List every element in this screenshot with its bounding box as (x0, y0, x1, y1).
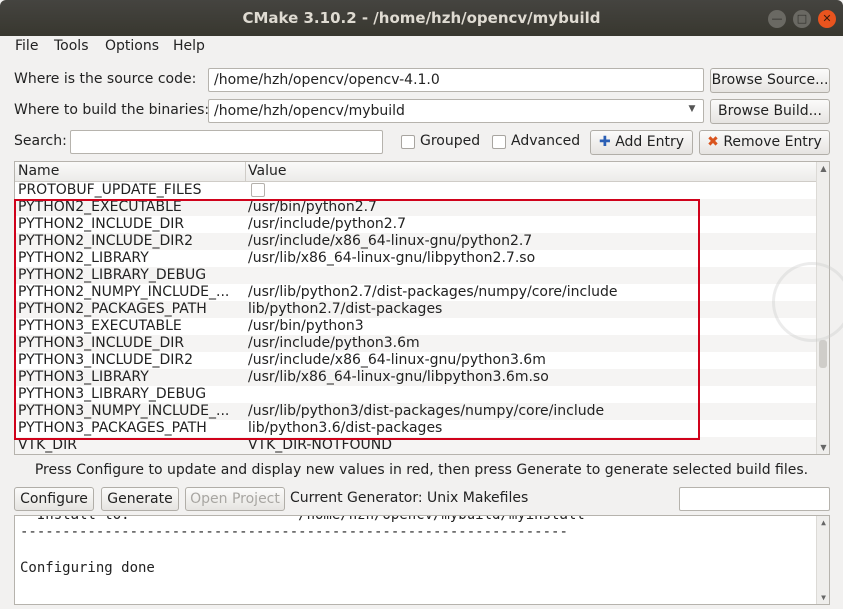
table-header: Name Value (15, 162, 817, 182)
column-header-value[interactable]: Value (248, 163, 286, 179)
cache-table[interactable]: Name Value PROTOBUF_UPDATE_FILES PYTHON2_… (14, 161, 830, 455)
cell-name[interactable]: PYTHON3_INCLUDE_DIR (18, 335, 243, 352)
output-line: Install to: /home/hzh/opencv/mybuild/myi… (20, 515, 585, 523)
cell-value[interactable]: /usr/lib/python3/dist-packages/numpy/cor… (248, 403, 813, 420)
table-row[interactable]: PYTHON2_LIBRARY/usr/lib/x86_64-linux-gnu… (15, 250, 817, 267)
cell-value[interactable]: /usr/lib/x86_64-linux-gnu/libpython3.6m.… (248, 369, 813, 386)
table-scrollbar-thumb[interactable] (819, 340, 827, 368)
cell-value[interactable]: /usr/include/python3.6m (248, 335, 813, 352)
current-generator-label: Current Generator: Unix Makefiles (290, 490, 529, 506)
output-line: Configuring done (20, 560, 155, 576)
table-row[interactable]: PYTHON2_INCLUDE_DIR2/usr/include/x86_64-… (15, 233, 817, 250)
maximize-icon[interactable]: □ (793, 10, 811, 28)
close-icon[interactable]: ✕ (818, 10, 836, 28)
source-path-input[interactable]: /home/hzh/opencv/opencv-4.1.0 (208, 68, 704, 92)
cell-value[interactable]: /usr/include/x86_64-linux-gnu/python3.6m (248, 352, 813, 369)
watermark-circle-icon (772, 262, 843, 342)
advanced-checkbox[interactable] (492, 135, 506, 149)
configure-hint: Press Configure to update and display ne… (34, 462, 809, 478)
cell-name[interactable]: PYTHON2_LIBRARY_DEBUG (18, 267, 243, 284)
search-label: Search: (14, 133, 67, 149)
table-row[interactable]: PYTHON2_EXECUTABLE/usr/bin/python2.7 (15, 199, 817, 216)
cell-value[interactable]: /usr/bin/python2.7 (248, 199, 813, 216)
remove-entry-label: Remove Entry (723, 134, 822, 150)
build-path-value: /home/hzh/opencv/mybuild (214, 103, 405, 119)
output-scrollbar[interactable]: ▲ ▼ (816, 516, 829, 604)
plus-icon: ✚ (599, 134, 611, 150)
table-row[interactable]: PYTHON2_NUMPY_INCLUDE_... /usr/lib/python… (15, 284, 817, 301)
cell-name[interactable]: PYTHON3_INCLUDE_DIR2 (18, 352, 243, 369)
advanced-label: Advanced (511, 133, 581, 149)
menu-tools[interactable]: Tools (54, 38, 89, 54)
menu-bar: File Tools Options Help (0, 36, 843, 58)
table-row[interactable]: VTK_DIR VTK_DIR-NOTFOUND (15, 437, 817, 454)
cell-value[interactable]: /usr/bin/python3 (248, 318, 813, 335)
cell-name[interactable]: PYTHON2_INCLUDE_DIR2 (18, 233, 243, 250)
table-row[interactable]: PYTHON2_PACKAGES_PATH lib/python2.7/dist-… (15, 301, 817, 318)
menu-file[interactable]: File (15, 38, 38, 54)
table-row[interactable]: PYTHON3_INCLUDE_DIR2/usr/include/x86_64-… (15, 352, 817, 369)
dropdown-arrow-icon[interactable]: ▼ (682, 104, 702, 114)
table-row[interactable]: PYTHON3_INCLUDE_DIR/usr/include/python3.… (15, 335, 817, 352)
add-entry-label: Add Entry (615, 134, 684, 150)
cell-name[interactable]: PYTHON3_LIBRARY (18, 369, 243, 386)
table-row[interactable]: PROTOBUF_UPDATE_FILES (15, 182, 817, 199)
table-rows: PROTOBUF_UPDATE_FILES PYTHON2_EXECUTABLE /… (15, 182, 817, 454)
add-entry-button[interactable]: ✚ Add Entry (590, 130, 693, 155)
cell-value[interactable]: /usr/include/x86_64-linux-gnu/python2.7 (248, 233, 813, 250)
table-row[interactable]: PYTHON2_LIBRARY_DEBUG (15, 267, 817, 284)
window-title: CMake 3.10.2 - /home/hzh/opencv/mybuild (242, 9, 601, 27)
cell-name[interactable]: VTK_DIR (18, 437, 243, 454)
cell-name[interactable]: PROTOBUF_UPDATE_FILES (18, 182, 243, 199)
table-row[interactable]: PYTHON3_EXECUTABLE/usr/bin/python3 (15, 318, 817, 335)
cell-name[interactable]: PYTHON2_LIBRARY (18, 250, 243, 267)
scroll-up-icon[interactable]: ▲ (817, 518, 829, 527)
cell-value[interactable]: lib/python3.6/dist-packages (248, 420, 813, 437)
output-log[interactable]: Install to: /home/hzh/opencv/mybuild/myi… (14, 515, 830, 605)
cell-name[interactable]: PYTHON3_EXECUTABLE (18, 318, 243, 335)
cell-value[interactable]: lib/python2.7/dist-packages (248, 301, 813, 318)
menu-options[interactable]: Options (105, 38, 159, 54)
table-row[interactable]: PYTHON3_PACKAGES_PATH lib/python3.6/dist-… (15, 420, 817, 437)
cell-name[interactable]: PYTHON2_EXECUTABLE (18, 199, 243, 216)
scroll-up-icon[interactable]: ▲ (817, 164, 829, 173)
grouped-label: Grouped (420, 133, 481, 149)
window-titlebar: CMake 3.10.2 - /home/hzh/opencv/mybuild … (0, 0, 843, 36)
source-label: Where is the source code: (14, 71, 197, 87)
scroll-down-icon[interactable]: ▼ (817, 443, 829, 452)
cell-name[interactable]: PYTHON2_NUMPY_INCLUDE_... (18, 284, 243, 301)
table-row[interactable]: PYTHON3_LIBRARY_DEBUG (15, 386, 817, 403)
cell-name[interactable]: PYTHON3_NUMPY_INCLUDE_... (18, 403, 243, 420)
cell-value-checkbox[interactable] (251, 183, 265, 197)
remove-entry-button[interactable]: ✖ Remove Entry (699, 130, 830, 155)
scroll-down-icon[interactable]: ▼ (817, 593, 829, 602)
minimize-icon[interactable]: — (768, 10, 786, 28)
build-label: Where to build the binaries: (14, 102, 210, 118)
cell-name[interactable]: PYTHON3_PACKAGES_PATH (18, 420, 243, 437)
column-header-name[interactable]: Name (18, 163, 59, 179)
search-input[interactable] (70, 130, 383, 154)
cell-name[interactable]: PYTHON3_LIBRARY_DEBUG (18, 386, 243, 403)
open-project-button[interactable]: Open Project (185, 487, 285, 511)
generator-field[interactable] (679, 487, 830, 511)
remove-icon: ✖ (707, 134, 719, 150)
cell-value[interactable]: /usr/lib/python2.7/dist-packages/numpy/c… (248, 284, 813, 301)
cell-value[interactable]: VTK_DIR-NOTFOUND (248, 437, 813, 454)
table-row[interactable]: PYTHON3_LIBRARY/usr/lib/x86_64-linux-gnu… (15, 369, 817, 386)
column-divider[interactable] (245, 162, 246, 182)
output-line: ----------------------------------------… (20, 524, 568, 540)
cell-name[interactable]: PYTHON2_INCLUDE_DIR (18, 216, 243, 233)
cell-value[interactable]: /usr/include/python2.7 (248, 216, 813, 233)
table-row[interactable]: PYTHON3_NUMPY_INCLUDE_... /usr/lib/python… (15, 403, 817, 420)
generate-button[interactable]: Generate (101, 487, 179, 511)
build-path-combobox[interactable]: /home/hzh/opencv/mybuild (208, 99, 704, 123)
configure-button[interactable]: Configure (14, 487, 94, 511)
table-row[interactable]: PYTHON2_INCLUDE_DIR/usr/include/python2.… (15, 216, 817, 233)
browse-build-button[interactable]: Browse Build... (710, 99, 830, 124)
cell-value[interactable]: /usr/lib/x86_64-linux-gnu/libpython2.7.s… (248, 250, 813, 267)
cell-name[interactable]: PYTHON2_PACKAGES_PATH (18, 301, 243, 318)
browse-source-button[interactable]: Browse Source... (710, 68, 830, 93)
grouped-checkbox[interactable] (401, 135, 415, 149)
menu-help[interactable]: Help (173, 38, 205, 54)
